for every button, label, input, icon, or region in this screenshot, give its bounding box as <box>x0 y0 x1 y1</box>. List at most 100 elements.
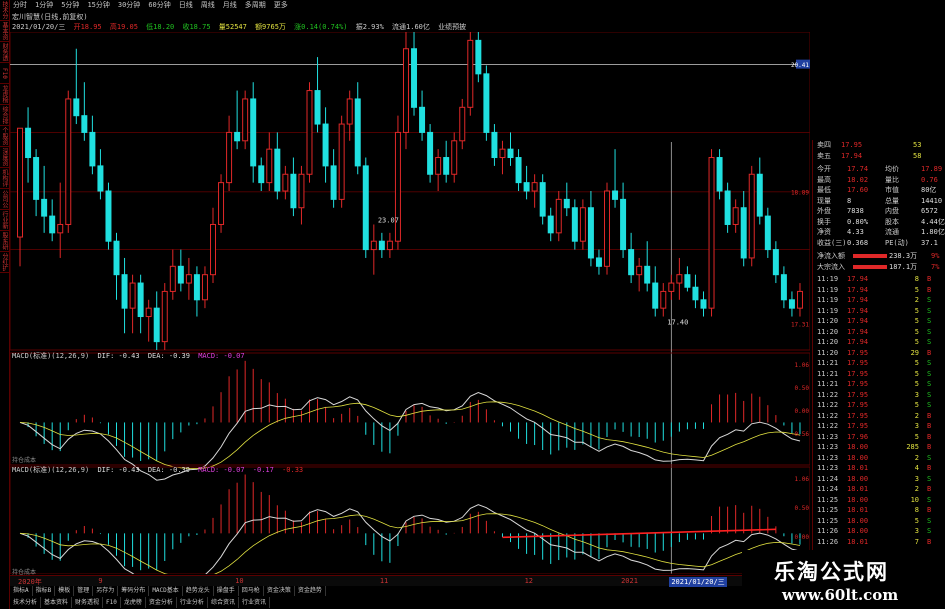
indicator-tab-10[interactable]: 资金决策 <box>264 586 295 596</box>
quote-tick-25-cell-2: 7 <box>914 537 919 546</box>
bottom-tab-4[interactable]: 龙虎榜 <box>121 597 146 608</box>
indicator-tab-7[interactable]: 趋势龙头 <box>183 586 214 596</box>
quote-tick-20-cell-1: 18.01 <box>847 485 869 493</box>
left-tab-6[interactable]: 个股资讯 <box>0 126 9 147</box>
quote-stat-1-cell-1: 18.02 <box>847 175 869 184</box>
left-tab-1[interactable]: 基本资料 <box>0 21 9 42</box>
macd2-dea-line <box>19 513 801 574</box>
quote-tick-10-cell-3: S <box>927 380 932 388</box>
indicator-tab-5[interactable]: 筹码分布 <box>118 586 150 596</box>
quote-tick-10-cell-1: 17.95 <box>847 380 869 388</box>
quote-stat-0-cell-1: 17.74 <box>847 165 869 173</box>
left-tab-11[interactable]: 股东研究 <box>0 231 9 252</box>
quote-tick-21-cell-2: 10 <box>910 495 919 504</box>
candle-body <box>386 240 393 251</box>
left-tab-12[interactable]: 分红扩股 <box>0 252 9 273</box>
left-tab-9[interactable]: 公司公告 <box>0 189 9 210</box>
candle-body <box>41 198 48 217</box>
left-tab-4[interactable]: 龙虎榜单 <box>0 84 9 105</box>
indicator-tab-8[interactable]: 操盘手 <box>214 586 239 596</box>
candle-body <box>298 173 305 209</box>
candle-body <box>362 165 369 251</box>
quote-tick-5-cell-2: 5 <box>914 327 919 336</box>
candle-body <box>644 265 651 284</box>
chart-title: 宏川智慧(日线,前复权) <box>12 13 88 21</box>
candle-body <box>274 148 281 192</box>
period-tab-8[interactable]: 月线 <box>220 0 240 11</box>
quote-tick-13: 11:22 17.95 2 B <box>813 411 945 421</box>
info-float: 流通1.60亿 <box>392 23 430 31</box>
macd1-tick-3: -0.56 <box>791 431 809 438</box>
candle-body <box>218 182 225 225</box>
candle-69 <box>571 199 578 250</box>
macd1-name: MACD(标准)(12,26,9) <box>12 352 90 360</box>
candle-56 <box>467 32 474 116</box>
period-tab-6[interactable]: 日线 <box>176 0 196 11</box>
period-tab-3[interactable]: 15分钟 <box>84 0 112 11</box>
candle-body <box>330 165 337 200</box>
indicator-tab-9[interactable]: 回马枪 <box>239 586 264 596</box>
period-tab-2[interactable]: 5分钟 <box>58 0 82 11</box>
quote-tick-25-cell-1: 18.01 <box>847 537 869 546</box>
indicator-tab-6[interactable]: MACD基本 <box>149 586 183 596</box>
bottom-tab-1[interactable]: 基本资料 <box>41 597 73 608</box>
left-tab-0[interactable]: 技术分析 <box>0 0 9 21</box>
indicator-tab-11[interactable]: 资金趋势 <box>295 586 326 596</box>
period-tab-10[interactable]: 更多 <box>271 0 291 11</box>
period-tab-bar: 分时 1分钟 5分钟 15分钟 30分钟 60分钟 日线 周线 月线 多周期 更多 <box>10 0 810 11</box>
left-tab-2[interactable]: 财务透视 <box>0 42 9 63</box>
quote-tick-16-cell-0: 11:23 <box>817 443 839 451</box>
left-tab-5[interactable]: 综合排名 <box>0 105 9 126</box>
period-tab-1[interactable]: 1分钟 <box>32 0 56 11</box>
candle-40 <box>338 115 345 208</box>
indicator-tab-3[interactable]: 管理 <box>74 586 94 596</box>
quote-stat-6-cell-2: 流通 <box>885 228 899 236</box>
quote-stat-5-cell-2: 股本 <box>885 217 899 226</box>
quote-tick-3-cell-0: 11:19 <box>817 306 839 315</box>
quote-stat-3-cell-2: 总量 <box>885 196 899 205</box>
period-tab-9[interactable]: 多周期 <box>242 0 269 11</box>
quote-inflow-1-cell-0: 大宗流入 <box>817 262 845 271</box>
quote-sell5-cell-0: 卖五 <box>817 151 831 160</box>
period-tab-0[interactable]: 分时 <box>10 0 30 11</box>
quote-tick-13-cell-3: B <box>927 411 932 420</box>
quote-tick-3-cell-2: 5 <box>914 306 919 315</box>
quote-tick-8-cell-3: S <box>927 359 932 367</box>
bottom-tab-0[interactable]: 技术分析 <box>10 597 42 608</box>
candle-91 <box>748 165 755 267</box>
bottom-tab-2[interactable]: 财务透视 <box>72 597 104 608</box>
bottom-tab-7[interactable]: 综合资讯 <box>208 597 239 608</box>
candle-71 <box>587 191 594 267</box>
left-tab-3[interactable]: F10 <box>0 63 9 84</box>
bottom-tab-3[interactable]: F10 <box>103 597 121 608</box>
stock-chart-app: 技术分析基本资料财务透视F10龙虎榜单综合排名个股资讯深度资料机构评级公司公告行… <box>0 0 945 609</box>
candle-body <box>346 98 353 125</box>
candle-88 <box>724 182 731 233</box>
candle-96 <box>788 291 795 317</box>
left-tab-8[interactable]: 机构评级 <box>0 168 9 189</box>
bottom-tab-8[interactable]: 行业资讯 <box>239 597 270 608</box>
quote-tick-10-cell-2: 5 <box>914 380 919 388</box>
indicator-tab-4[interactable]: 另存为 <box>93 586 119 596</box>
period-tab-5[interactable]: 60分钟 <box>145 0 173 11</box>
left-tab-7[interactable]: 深度资料 <box>0 147 9 168</box>
indicator-tab-2[interactable]: 模板 <box>55 586 75 596</box>
candle-body <box>81 115 88 133</box>
candle-3 <box>41 165 48 233</box>
left-tab-10[interactable]: 行业新闻 <box>0 210 9 231</box>
candle-41 <box>346 90 353 141</box>
candle-1 <box>25 107 32 183</box>
candle-44 <box>370 224 377 275</box>
candle-body <box>121 274 128 309</box>
indicator-tab-0[interactable]: 指标A <box>10 586 33 596</box>
bottom-tab-5[interactable]: 资金分析 <box>146 597 177 608</box>
chart-area[interactable]: 23.07 17.40 20.41 18.89 17.31 1.06 0.50 0.00 -0.… <box>10 32 810 574</box>
quote-stat-4: 外盘 7838 内盘 6572 <box>813 206 945 216</box>
period-tab-4[interactable]: 30分钟 <box>115 0 143 11</box>
quote-tick-21-cell-0: 11:25 <box>817 495 839 504</box>
indicator-tab-1[interactable]: 指标B <box>33 586 56 596</box>
bottom-tab-6[interactable]: 行业分析 <box>177 597 208 608</box>
period-tab-7[interactable]: 周线 <box>198 0 218 11</box>
quote-tick-18-cell-0: 11:23 <box>817 464 839 472</box>
candle-8 <box>81 82 88 141</box>
